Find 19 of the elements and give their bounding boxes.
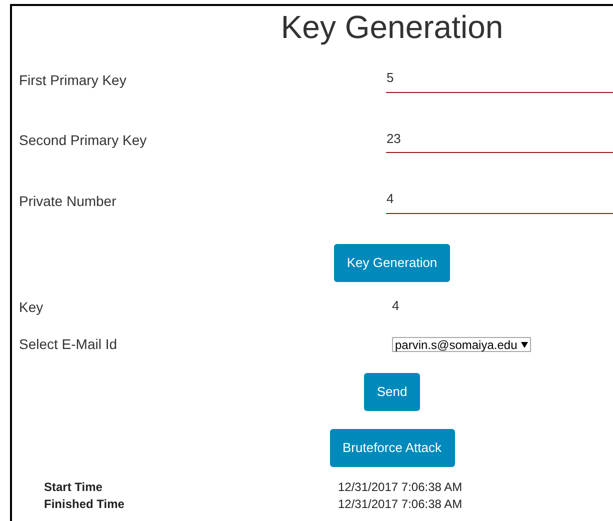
caret-icon (521, 342, 528, 348)
input-field[interactable]: 5 (386, 68, 613, 92)
field-label: First Primary Key (19, 70, 128, 90)
key-generation-button[interactable]: Key Generation (334, 244, 450, 282)
key-label: Key (19, 298, 44, 317)
time-value: 12/31/2017 7:06:38 AM (338, 496, 462, 513)
key-value: 4 (392, 296, 400, 314)
email-select[interactable]: parvin.s@somaiya.edu (392, 337, 532, 352)
input-field[interactable]: 23 (386, 128, 613, 153)
input-field[interactable]: 4 (386, 189, 613, 214)
email-label: Select E-Mail Id (19, 335, 118, 354)
time-label: Finished Time (44, 496, 126, 513)
bruteforce-attack-button[interactable]: Bruteforce Attack (330, 429, 454, 467)
page-title: Key Generation (280, 8, 504, 46)
time-label: Start Time (44, 479, 104, 496)
time-value: 12/31/2017 7:06:38 AM (338, 479, 462, 496)
field-label: Private Number (19, 192, 118, 210)
field-label: Second Primary Key (19, 131, 148, 150)
send-button[interactable]: Send (364, 373, 420, 411)
